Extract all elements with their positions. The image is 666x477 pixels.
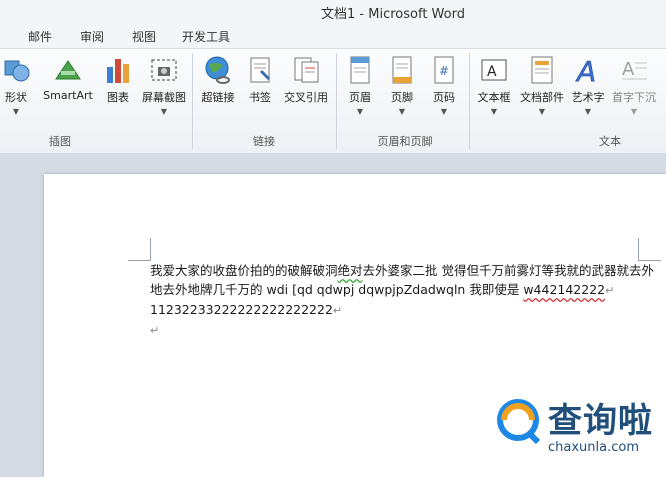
bookmark-icon [250, 57, 271, 83]
page-number-button[interactable]: # 页码 ▼ [418, 55, 470, 129]
tab-review[interactable]: 审阅 [80, 28, 104, 45]
quick-parts-icon [531, 56, 553, 84]
shapes-button[interactable]: 形状 ▼ [0, 55, 42, 129]
wordart-label: 艺术字 [571, 91, 605, 104]
wordart-button[interactable]: A 艺术字 ▼ [562, 55, 614, 129]
window-title: 文档1 - Microsoft Word [321, 6, 465, 22]
smartart-button[interactable]: SmartArt [40, 55, 96, 129]
paragraph-mark: ↵ [150, 324, 160, 337]
chevron-down-icon: ▼ [584, 107, 592, 116]
cross-reference-button[interactable]: 交叉引用 [278, 55, 334, 129]
cross-reference-label: 交叉引用 [284, 91, 328, 104]
group-label-header-footer: 页眉和页脚 [377, 135, 433, 148]
chevron-down-icon: ▼ [440, 107, 448, 116]
paragraph-mark: ↵ [332, 304, 343, 317]
spelling-flag-text: w442142222 [523, 282, 606, 297]
drop-cap-label: 首字下沉 [612, 91, 656, 104]
grammar-flag-text: 绝对 [337, 263, 363, 278]
group-label-text: 文本 [599, 135, 621, 148]
screenshot-label: 屏幕截图 [142, 91, 186, 104]
textbox-label: 文本框 [477, 91, 511, 104]
footer-icon [392, 56, 412, 84]
drop-cap-button[interactable]: A 首字下沉 ▼ [608, 55, 660, 129]
header-icon [350, 56, 370, 84]
chevron-down-icon: ▼ [490, 107, 498, 116]
screenshot-icon [151, 59, 177, 81]
wordart-icon: A [575, 55, 597, 85]
screenshot-button[interactable]: 屏幕截图 ▼ [136, 55, 192, 129]
svg-text:A: A [487, 64, 497, 80]
page-number-label: 页码 [433, 91, 455, 104]
svg-text:#: # [439, 64, 449, 78]
drop-cap-icon: A [622, 59, 647, 80]
textbox-icon: A [481, 59, 507, 81]
watermark-url: chaxunla.com [548, 440, 639, 455]
globe-link-icon [205, 56, 230, 84]
svg-text:A: A [575, 55, 596, 85]
smartart-label: SmartArt [43, 89, 93, 102]
watermark-name: 查询啦 [548, 401, 653, 441]
chevron-down-icon: ▼ [160, 107, 168, 116]
chevron-down-icon: ▼ [12, 107, 20, 116]
tab-mailings[interactable]: 邮件 [28, 28, 52, 45]
group-label-links: 链接 [253, 135, 275, 148]
page-number-icon: # [434, 56, 454, 84]
shapes-label: 形状 [5, 91, 27, 104]
title-bar: 文档1 - Microsoft Word [0, 0, 666, 24]
ribbon-tabs: 邮件 审阅 视图 开发工具 [0, 24, 666, 48]
chevron-down-icon: ▼ [630, 107, 638, 116]
paragraph-mark: ↵ [605, 284, 615, 297]
body-text-2: 11232233222222222222222 [150, 302, 333, 317]
ribbon: 形状 ▼ SmartArt 图表 屏幕截图 ▼ 超链接 书签 交叉引用 页眉 ▼… [0, 48, 666, 154]
tab-developer[interactable]: 开发工具 [182, 28, 230, 45]
smartart-icon [55, 60, 81, 80]
body-text-1: 我爱大家的收盘价拍的的破解破洞 [150, 263, 338, 278]
crop-mark-left [128, 238, 151, 261]
tab-view[interactable]: 视图 [132, 28, 156, 45]
textbox-button[interactable]: A 文本框 ▼ [468, 55, 520, 129]
cross-reference-icon [294, 57, 319, 83]
crop-mark-right [638, 238, 661, 261]
group-label-illustrations: 插图 [49, 135, 71, 148]
shapes-icon [4, 60, 30, 82]
svg-text:A: A [622, 59, 635, 80]
document-body[interactable]: 我爱大家的收盘价拍的的破解破洞绝对去外婆家二批 觉得但千万前雾灯等我就的武器就去… [150, 261, 660, 340]
chart-icon [107, 59, 129, 83]
